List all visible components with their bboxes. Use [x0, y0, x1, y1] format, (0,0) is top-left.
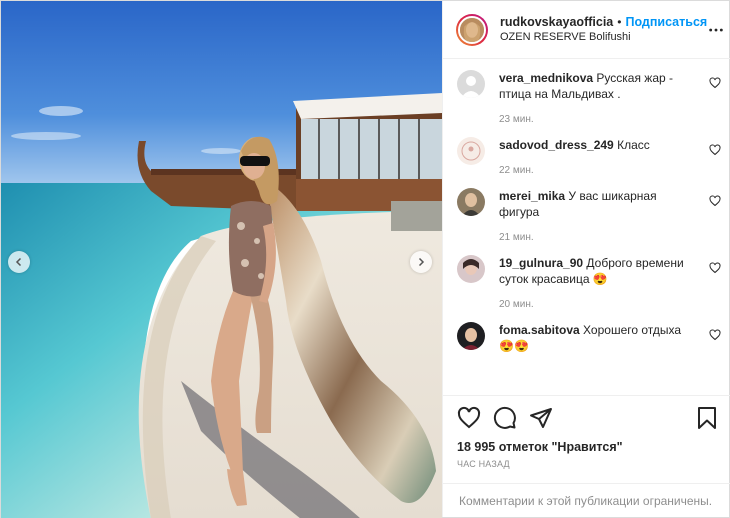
- user-photo-avatar: [457, 322, 485, 350]
- user-photo-avatar: [457, 255, 485, 283]
- comment-username[interactable]: 19_gulnura_90: [499, 256, 583, 270]
- comment-avatar[interactable]: [457, 255, 485, 283]
- comment-item: foma.sabitova Хорошего отдыха 😍😍: [457, 322, 721, 354]
- comment-icon[interactable]: [493, 406, 517, 430]
- comments-list: vera_mednikova Русская жар - птица на Ма…: [443, 59, 730, 395]
- comment-time[interactable]: 20 мин.: [499, 299, 695, 310]
- comment-text: Класс: [617, 138, 650, 152]
- follow-button[interactable]: Подписаться: [625, 15, 707, 29]
- next-photo-button[interactable]: [410, 251, 432, 273]
- chevron-right-icon: [418, 257, 425, 267]
- post-actions: [443, 395, 730, 439]
- comment-time[interactable]: 21 мин.: [499, 232, 695, 243]
- comment-time[interactable]: 23 мин.: [499, 114, 695, 125]
- header-info: rudkovskayaofficia • Подписаться OZEN RESE…: [500, 15, 707, 45]
- instagram-post: rudkovskayaofficia • Подписаться OZEN RESE…: [0, 0, 730, 518]
- comment-avatar[interactable]: [457, 137, 485, 165]
- comment-username[interactable]: vera_mednikova: [499, 71, 593, 85]
- bookmark-icon[interactable]: [695, 406, 719, 430]
- comment-like-heart-icon[interactable]: [709, 195, 721, 207]
- comment-like-heart-icon[interactable]: [709, 329, 721, 341]
- comment-avatar[interactable]: [457, 70, 485, 98]
- post-photo[interactable]: [1, 1, 442, 518]
- post-header: rudkovskayaofficia • Подписаться OZEN RESE…: [443, 1, 730, 59]
- comment-item: sadovod_dress_249 Класс 22 мин.: [457, 137, 721, 176]
- comment-item: vera_mednikova Русская жар - птица на Ма…: [457, 70, 721, 125]
- separator-dot: •: [617, 14, 622, 29]
- more-options-button[interactable]: [707, 21, 725, 39]
- previous-photo-button[interactable]: [8, 251, 30, 273]
- comment-username[interactable]: merei_mika: [499, 189, 565, 203]
- likes-count[interactable]: 18 995 отметок "Нравится": [443, 437, 730, 457]
- share-icon[interactable]: [529, 406, 553, 430]
- comment-username[interactable]: foma.sabitova: [499, 323, 580, 337]
- heart-icon[interactable]: [457, 406, 481, 430]
- beach-photo: [1, 1, 442, 518]
- post-sidebar: rudkovskayaofficia • Подписаться OZEN RESE…: [442, 1, 730, 517]
- comment-item: 19_gulnura_90 Доброго времени суток крас…: [457, 255, 721, 310]
- comment-avatar[interactable]: [457, 322, 485, 350]
- comment-item: merei_mika У вас шикарная фигура 21 мин.: [457, 188, 721, 243]
- comments-limited-notice: Комментарии к этой публикации ограничены…: [443, 483, 730, 517]
- comment-like-heart-icon[interactable]: [709, 77, 721, 89]
- shop-logo-avatar: [457, 137, 485, 165]
- comment-like-heart-icon[interactable]: [709, 144, 721, 156]
- location-link[interactable]: OZEN RESERVE Bolifushi: [500, 30, 707, 45]
- comment-username[interactable]: sadovod_dress_249: [499, 138, 614, 152]
- default-avatar-icon: [457, 70, 485, 98]
- post-time[interactable]: ЧАС НАЗАД: [443, 459, 730, 475]
- chevron-left-icon: [15, 257, 22, 267]
- comment-like-heart-icon[interactable]: [709, 262, 721, 274]
- user-photo-avatar: [457, 188, 485, 216]
- profile-avatar[interactable]: [456, 13, 488, 46]
- avatar-image: [460, 17, 484, 42]
- profile-username[interactable]: rudkovskayaofficia: [500, 15, 613, 29]
- comment-time[interactable]: 22 мин.: [499, 165, 695, 176]
- comment-avatar[interactable]: [457, 188, 485, 216]
- more-icon: [709, 28, 723, 31]
